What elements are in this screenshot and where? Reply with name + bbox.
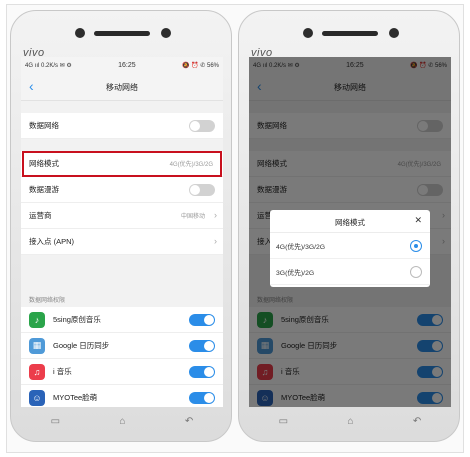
phone-right: vivo 4G ııl 0.2K/s ✉ ⚙ 16:25 🔕 ⏰ ✆ 56% ‹… <box>238 10 460 442</box>
app-permission-toggle[interactable] <box>189 340 215 352</box>
sensor-icon <box>389 28 399 38</box>
phone-left: vivo 4G ııl 0.2K/s ✉ ⚙ 16:25 🔕 ⏰ ✆ 56% ‹… <box>10 10 232 442</box>
dialog-header: 网络模式 ✕ <box>270 210 430 233</box>
app-row[interactable]: ♪ 5sing原创音乐 <box>21 307 223 333</box>
status-bar: 4G ııl 0.2K/s ✉ ⚙ 16:25 🔕 ⏰ ✆ 56% <box>21 57 223 73</box>
option-4g-preferred[interactable]: 4G(优先)/3G/2G <box>270 233 430 259</box>
mobile-network-screen-dialog: 4G ııl 0.2K/s ✉ ⚙ 16:25 🔕 ⏰ ✆ 56% ‹ 移动网络… <box>249 57 451 407</box>
front-camera-icon <box>303 28 313 38</box>
app-name: 5sing原创音乐 <box>53 315 101 324</box>
app-row[interactable]: ▦ Google 日历同步 <box>21 333 223 359</box>
home-icon[interactable]: ⌂ <box>347 416 353 427</box>
data-roaming-label: 数据漫游 <box>29 185 59 194</box>
app-row[interactable]: ☺ MYOTee脸萌 <box>21 385 223 407</box>
app-name: MYOTee脸萌 <box>53 393 98 402</box>
music-icon: ♫ <box>29 363 45 380</box>
5sing-icon: ♪ <box>29 311 45 328</box>
data-network-label: 数据网络 <box>29 121 59 130</box>
apn-label: 接入点 (APN) <box>29 237 74 246</box>
apn-row[interactable]: 接入点 (APN) › <box>21 229 223 255</box>
carrier-row[interactable]: 运营商 中国移动 › <box>21 203 223 229</box>
status-right: 🔕 ⏰ ✆ 56% <box>182 62 219 69</box>
option-label: 3G(优先)/2G <box>276 269 315 277</box>
earpiece-speaker <box>94 31 150 36</box>
carrier-label: 运营商 <box>29 211 52 220</box>
app-permission-toggle[interactable] <box>189 366 215 378</box>
carrier-value: 中国移动 <box>180 214 205 220</box>
myotee-icon: ☺ <box>29 389 45 406</box>
status-time: 16:25 <box>118 61 136 69</box>
menu-icon[interactable]: ▭ <box>279 416 288 427</box>
menu-icon[interactable]: ▭ <box>51 416 60 427</box>
app-name: i 音乐 <box>53 367 72 376</box>
mobile-network-screen: 4G ııl 0.2K/s ✉ ⚙ 16:25 🔕 ⏰ ✆ 56% ‹ 移动网络… <box>21 57 223 407</box>
close-icon[interactable]: ✕ <box>414 215 422 226</box>
back-nav-icon[interactable]: ↶ <box>185 416 193 427</box>
data-roaming-row[interactable]: 数据漫游 <box>21 177 223 203</box>
app-row[interactable]: ♫ i 音乐 <box>21 359 223 385</box>
radio-selected-icon[interactable] <box>410 240 422 252</box>
chevron-right-icon: › <box>214 236 217 246</box>
nav-bar: ▭ ⌂ ↶ <box>249 409 451 433</box>
front-camera-icon <box>75 28 85 38</box>
sensor-icon <box>161 28 171 38</box>
network-mode-row[interactable]: 网络模式 4G(优先)/3G/2G <box>21 151 223 177</box>
title-bar: ‹ 移动网络 <box>21 73 223 101</box>
dialog-title: 网络模式 <box>335 218 365 227</box>
radio-unselected-icon[interactable] <box>410 266 422 278</box>
highlight-box <box>22 151 222 177</box>
app-permission-toggle[interactable] <box>189 314 215 326</box>
app-name: Google 日历同步 <box>53 341 110 350</box>
google-calendar-sync-icon: ▦ <box>29 337 45 354</box>
back-nav-icon[interactable]: ↶ <box>413 416 421 427</box>
page-title: 移动网络 <box>106 83 138 92</box>
status-left: 4G ııl 0.2K/s ✉ ⚙ <box>25 62 72 69</box>
nav-bar: ▭ ⌂ ↶ <box>21 409 223 433</box>
option-label: 4G(优先)/3G/2G <box>276 243 326 251</box>
data-roaming-toggle[interactable] <box>189 184 215 196</box>
chevron-right-icon: › <box>214 210 217 220</box>
data-network-row[interactable]: 数据网络 <box>21 113 223 139</box>
data-network-toggle[interactable] <box>189 120 215 132</box>
home-icon[interactable]: ⌂ <box>119 416 125 427</box>
option-3g-preferred[interactable]: 3G(优先)/2G <box>270 259 430 285</box>
app-permission-toggle[interactable] <box>189 392 215 404</box>
section-title: 数据网络权限 <box>29 298 66 304</box>
earpiece-speaker <box>322 31 378 36</box>
network-mode-dialog: 网络模式 ✕ 4G(优先)/3G/2G 3G(优先)/2G <box>270 210 430 287</box>
